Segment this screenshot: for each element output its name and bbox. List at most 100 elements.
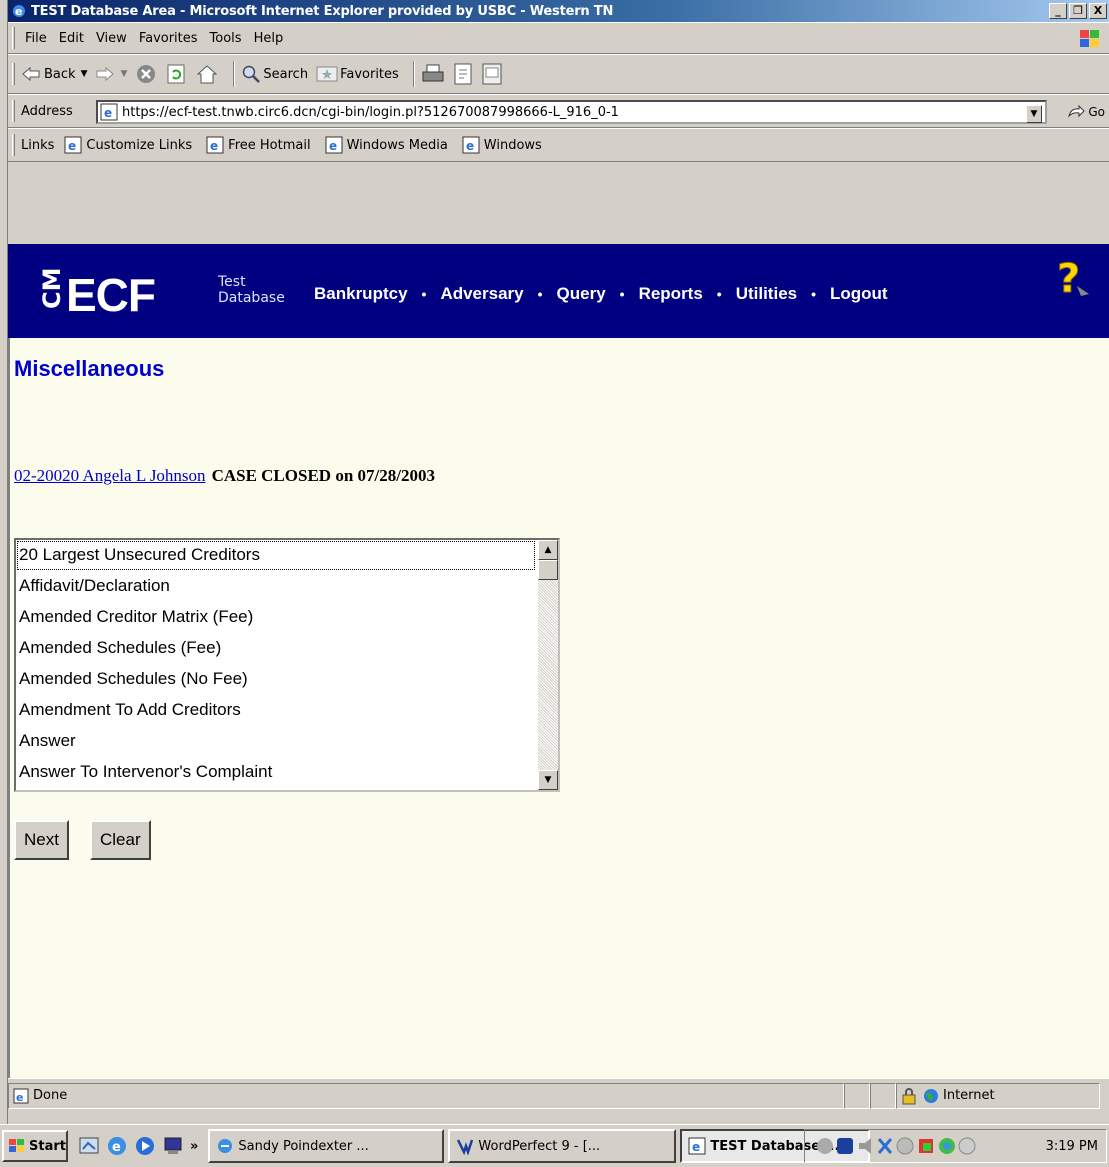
case-link[interactable]: 02-20020 Angela L Johnson <box>14 466 206 486</box>
link-customize-links[interactable]: e Customize Links <box>64 136 192 154</box>
tray-icons[interactable] <box>815 1135 1015 1157</box>
nav-query[interactable]: Query <box>557 284 606 304</box>
back-arrow-icon <box>22 66 40 82</box>
link-windows-media[interactable]: e Windows Media <box>325 136 448 154</box>
status-bar: e Done Internet <box>8 1078 1109 1112</box>
discuss-icon[interactable] <box>481 62 503 86</box>
ie-link-icon: e <box>325 136 343 154</box>
svg-text:e: e <box>16 1091 23 1104</box>
test-line2: Database <box>218 290 285 306</box>
svg-text:e: e <box>210 139 218 153</box>
nav-reports[interactable]: Reports <box>639 284 703 304</box>
close-button[interactable]: X <box>1089 3 1107 19</box>
minimize-button[interactable]: _ <box>1049 3 1067 19</box>
event-options: 20 Largest Unsecured Creditors Affidavit… <box>16 540 536 788</box>
computer-launch-icon[interactable] <box>162 1135 184 1157</box>
menu-tools[interactable]: Tools <box>210 31 242 46</box>
nav-adversary[interactable]: Adversary <box>440 284 523 304</box>
links-grip <box>12 134 15 156</box>
print-icon[interactable] <box>421 63 445 85</box>
listbox-scrollbar[interactable]: ▲ ▼ <box>538 540 558 790</box>
link-label: Free Hotmail <box>228 137 311 153</box>
forward-arrow-icon <box>96 66 115 82</box>
edit-page-icon[interactable] <box>453 62 473 86</box>
media-launch-icon[interactable] <box>134 1135 156 1157</box>
page-title: Miscellaneous <box>14 356 165 381</box>
toolbar-grip <box>12 63 15 85</box>
go-button[interactable]: Go <box>1067 104 1105 120</box>
logo-ecf: ECF <box>66 269 156 321</box>
svg-text:e: e <box>466 139 474 153</box>
menu-view[interactable]: View <box>96 31 127 46</box>
address-dropdown-icon[interactable]: ▼ <box>1026 105 1042 123</box>
lock-icon <box>902 1087 916 1104</box>
scroll-down-icon[interactable]: ▼ <box>538 770 558 790</box>
start-label: Start <box>29 1138 66 1154</box>
nav-utilities[interactable]: Utilities <box>736 284 797 304</box>
scroll-thumb[interactable] <box>538 560 558 580</box>
menu-help[interactable]: Help <box>254 31 284 46</box>
menu-favorites[interactable]: Favorites <box>139 31 198 46</box>
event-option[interactable]: 20 Largest Unsecured Creditors <box>16 540 536 571</box>
window-left-border <box>0 0 8 1167</box>
ie-launch-icon[interactable]: e <box>106 1135 128 1157</box>
scroll-up-icon[interactable]: ▲ <box>538 540 558 560</box>
forward-button[interactable]: ▼ <box>95 66 127 82</box>
back-dropdown-icon[interactable]: ▼ <box>81 69 88 79</box>
next-button[interactable]: Next <box>14 820 69 860</box>
address-input[interactable]: e https://ecf-test.tnwb.circ6.dcn/cgi-bi… <box>96 100 1047 124</box>
status-empty-cell <box>844 1082 870 1109</box>
event-option[interactable]: Amended Schedules (Fee) <box>16 633 536 664</box>
search-button[interactable]: Search <box>241 64 308 84</box>
svg-text:e: e <box>15 5 22 18</box>
menu-file[interactable]: File <box>25 31 47 46</box>
svg-text:e: e <box>329 139 337 153</box>
clock: 3:19 PM <box>1045 1138 1098 1154</box>
ie-icon: e <box>13 5 25 18</box>
event-option[interactable]: Answer To Intervenor's Complaint <box>16 757 536 788</box>
event-option[interactable]: Affidavit/Declaration <box>16 571 536 602</box>
nav-logout[interactable]: Logout <box>830 284 888 304</box>
ie-link-icon: e <box>462 136 480 154</box>
start-button[interactable]: Start <box>2 1130 68 1162</box>
address-label: Address <box>21 103 73 119</box>
menu-edit[interactable]: Edit <box>59 31 84 46</box>
link-windows[interactable]: e Windows <box>462 136 542 154</box>
globe-icon <box>924 1088 938 1103</box>
event-option[interactable]: Amended Creditor Matrix (Fee) <box>16 602 536 633</box>
home-icon[interactable] <box>195 63 219 85</box>
svg-text:e: e <box>68 139 76 153</box>
ecf-nav-menu: Bankruptcy • Adversary • Query • Reports… <box>314 284 888 304</box>
ie-task-icon: e <box>688 1137 706 1155</box>
favorites-button[interactable]: Favorites <box>316 65 399 83</box>
nav-bankruptcy[interactable]: Bankruptcy <box>314 284 408 304</box>
svg-text:e: e <box>104 106 112 120</box>
quick-launch-chevron[interactable]: » <box>190 1139 198 1154</box>
help-question-icon[interactable]: ? <box>1053 256 1093 302</box>
search-label: Search <box>263 66 309 82</box>
stop-icon[interactable] <box>135 63 157 85</box>
status-zone-cell: Internet <box>896 1082 1100 1109</box>
event-option[interactable]: Amended Schedules (No Fee) <box>16 664 536 695</box>
event-option[interactable]: Answer <box>16 726 536 757</box>
back-button[interactable]: Back ▼ <box>21 66 87 82</box>
task-wordperfect[interactable]: WordPerfect 9 - [... <box>448 1129 677 1163</box>
nav-separator: • <box>811 286 817 302</box>
system-tray: 3:19 PM <box>804 1129 1107 1163</box>
refresh-icon[interactable] <box>165 63 187 85</box>
address-bar: Address e https://ecf-test.tnwb.circ6.dc… <box>8 94 1109 128</box>
nav-separator: • <box>619 286 625 302</box>
task-sandy-poindexter[interactable]: Sandy Poindexter ... <box>208 1129 445 1163</box>
show-desktop-icon[interactable] <box>78 1135 100 1157</box>
clear-button[interactable]: Clear <box>90 820 151 860</box>
forward-dropdown-icon[interactable]: ▼ <box>120 69 127 79</box>
address-grip <box>12 100 15 122</box>
maximize-button[interactable]: ❐ <box>1069 3 1087 19</box>
event-listbox[interactable]: 20 Largest Unsecured Creditors Affidavit… <box>14 538 560 792</box>
ecf-navbar: CM ECF Test Database Bankruptcy • Advers… <box>8 244 1109 338</box>
task-label: WordPerfect 9 - [... <box>478 1138 601 1154</box>
windows-flag-icon <box>9 1139 24 1152</box>
event-option[interactable]: Amendment To Add Creditors <box>16 695 536 726</box>
link-free-hotmail[interactable]: e Free Hotmail <box>206 136 311 154</box>
menu-bar: File Edit View Favorites Tools Help <box>8 22 1109 54</box>
